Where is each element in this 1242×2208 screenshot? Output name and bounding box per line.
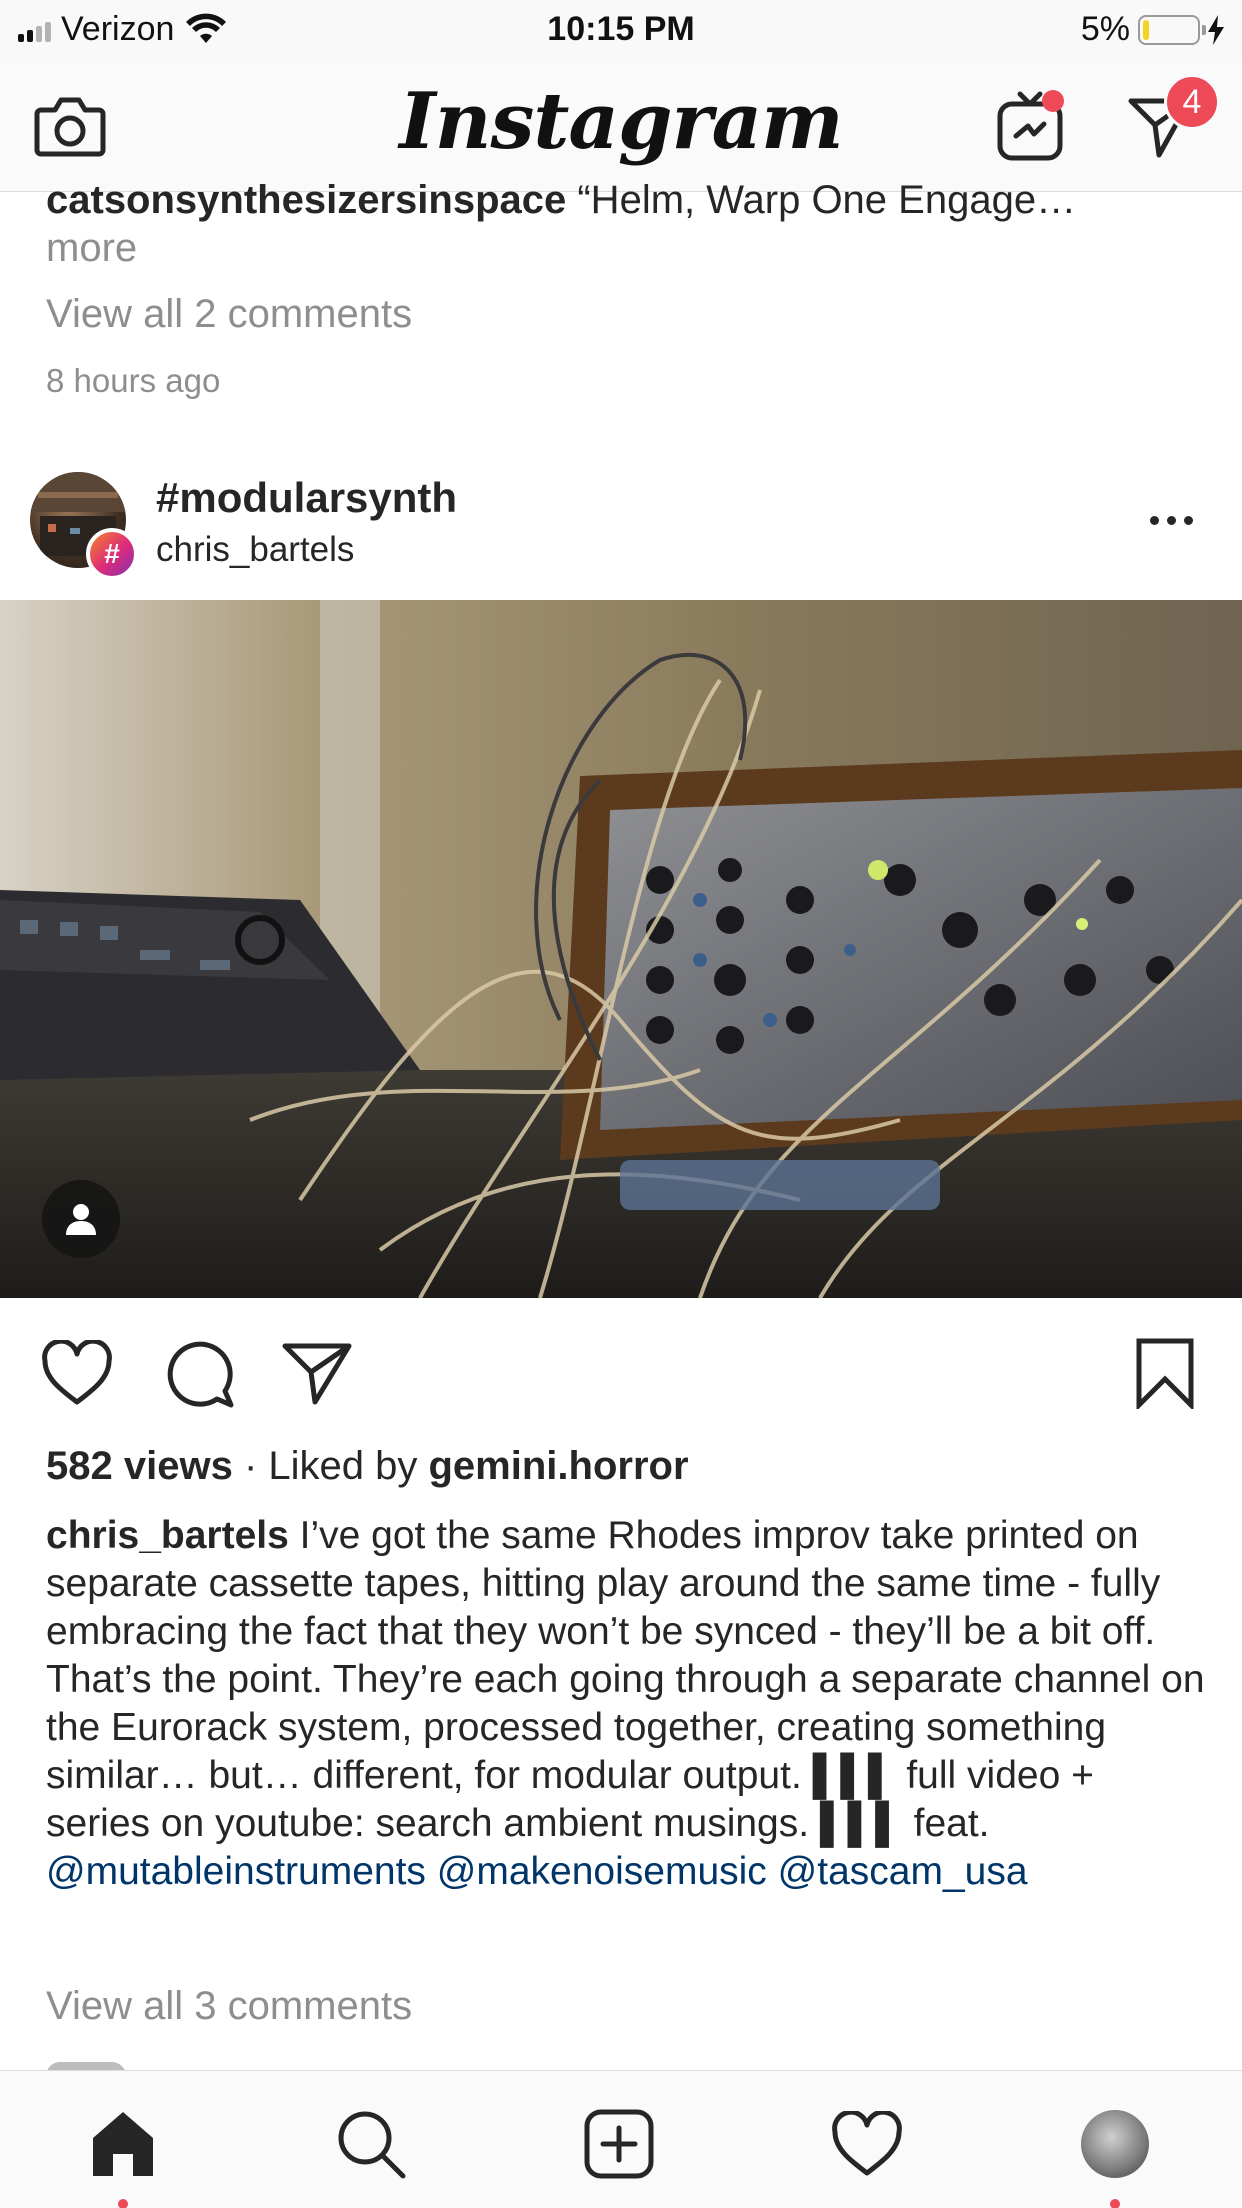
post-stats: 582 views · Liked by gemini.horror [46,1444,689,1489]
post-media[interactable] [0,600,1242,1298]
liked-by-prefix: Liked by [268,1444,429,1488]
hashtag-badge: # [86,528,138,580]
like-button[interactable] [32,1328,122,1418]
caption-text: I’ve got the same Rhodes improv take pri… [46,1514,1205,1845]
profile-notification-dot [1110,2199,1120,2208]
mention-link[interactable]: @makenoisemusic [437,1850,767,1893]
caption-username[interactable]: chris_bartels [46,1514,289,1557]
direct-badge: 4 [1164,74,1220,130]
previous-post-caption: catsonsynthesizersinspace “Helm, Warp On… [46,176,1196,272]
tab-search[interactable] [328,2101,414,2187]
more-options-button[interactable] [1136,500,1206,540]
status-bar: Verizon 10:15 PM 5% [0,0,1242,62]
save-button[interactable] [1120,1328,1210,1418]
tab-new-post[interactable] [576,2101,662,2187]
previous-post-caption-text: “Helm, Warp One Engage… [577,178,1077,222]
igtv-notification-dot [1042,90,1064,112]
home-active-dot [118,2199,128,2208]
post-actions [0,1328,1242,1418]
battery-fill [1143,19,1150,40]
share-button[interactable] [272,1328,362,1418]
igtv-button[interactable] [990,86,1070,166]
tab-profile[interactable] [1072,2101,1158,2208]
previous-post-view-comments[interactable]: View all 2 comments [46,292,412,337]
tagged-people-button[interactable] [42,1180,120,1258]
stats-separator: · [232,1444,269,1488]
bottom-tab-bar [0,2070,1242,2208]
top-nav-bar: Instagram 4 [0,62,1242,192]
dot [1149,515,1159,525]
post-header: # #modularsynth chris_bartels [0,470,1242,598]
share-icon [282,1343,352,1405]
home-icon [93,2112,153,2176]
direct-message-button[interactable]: 4 [1120,74,1220,166]
heart-icon [42,1340,112,1405]
status-right: 5% [1081,10,1224,49]
post-author-username[interactable]: chris_bartels [156,530,354,570]
previous-post-timestamp: 8 hours ago [46,362,221,399]
battery-percent: 5% [1080,10,1130,48]
battery-icon [1138,14,1206,45]
previous-post-more-link[interactable]: more [46,226,137,270]
mention-link[interactable]: @mutableinstruments [46,1850,426,1893]
clock: 10:15 PM [547,10,695,48]
dot [1183,515,1193,525]
person-icon [66,1204,96,1235]
view-all-comments-link[interactable]: View all 3 comments [46,1984,412,2029]
battery-nub [1202,24,1206,35]
comment-button[interactable] [154,1328,244,1418]
search-icon [338,2111,406,2179]
dot [1166,515,1176,525]
comment-icon [167,1341,234,1408]
bookmark-icon [1136,1338,1194,1409]
new-post-icon [584,2109,654,2179]
activity-heart-icon [832,2111,902,2176]
tab-home[interactable] [80,2101,166,2208]
profile-avatar [1081,2110,1149,2178]
liked-by-user[interactable]: gemini.horror [428,1444,688,1488]
post-photo [0,600,1242,1298]
views-count[interactable]: 582 views [46,1444,233,1488]
post-hashtag-title[interactable]: #modularsynth [156,474,457,522]
post-caption: chris_bartels I’ve got the same Rhodes i… [46,1512,1206,1896]
previous-post-username[interactable]: catsonsynthesizersinspace [46,178,566,222]
charging-bolt-icon [1208,14,1224,45]
tab-activity[interactable] [824,2101,910,2187]
mention-link[interactable]: @tascam_usa [778,1850,1028,1893]
